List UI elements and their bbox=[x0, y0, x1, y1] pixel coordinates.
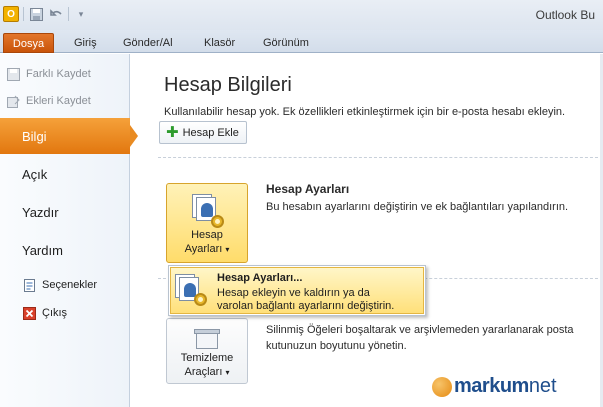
markum-watermark-logo: markum net bbox=[432, 375, 557, 398]
tab-send-receive[interactable]: Gönder/Al bbox=[123, 33, 173, 53]
watermark-brand: markum bbox=[454, 375, 529, 397]
account-settings-icon bbox=[190, 194, 224, 228]
exit-command[interactable]: Çıkış bbox=[22, 303, 67, 323]
page-title: Hesap Bilgileri bbox=[164, 74, 292, 96]
save-as-label: Farklı Kaydet bbox=[26, 68, 91, 80]
exit-label: Çıkış bbox=[42, 307, 68, 319]
active-indicator bbox=[130, 125, 138, 147]
undo-icon[interactable] bbox=[48, 6, 64, 22]
title-bar: O ▾ Outlook Bu bbox=[0, 0, 603, 30]
qat-separator bbox=[23, 7, 24, 21]
save-as-command[interactable]: Farklı Kaydet bbox=[6, 64, 91, 84]
outlook-app-icon[interactable]: O bbox=[3, 6, 19, 22]
quick-access-toolbar: O ▾ bbox=[3, 6, 89, 22]
tab-home[interactable]: Giriş bbox=[74, 33, 97, 53]
nav-item-label: Bilgi bbox=[22, 128, 47, 144]
ribbon-tab-bar: Dosya Giriş Gönder/Al Klasör Görünüm bbox=[0, 30, 603, 53]
nav-item-label: Yardım bbox=[22, 242, 63, 258]
nav-item-label: Yazdır bbox=[22, 204, 59, 220]
save-attachments-label: Ekleri Kaydet bbox=[26, 95, 91, 107]
cleanup-tools-button[interactable]: Temizleme Araçları ▾ bbox=[166, 318, 248, 384]
save-as-icon bbox=[6, 67, 20, 81]
menu-item-description: Hesap ekleyin ve kaldırın ya da varolan … bbox=[217, 287, 395, 312]
backstage-nav: Farklı Kaydet Ekleri Kaydet Bilgi Açık Y… bbox=[0, 54, 138, 407]
attachment-icon bbox=[6, 94, 20, 108]
save-attachments-command[interactable]: Ekleri Kaydet bbox=[6, 91, 91, 111]
account-settings-description: Bu hesabın ayarlarını değiştirin ve ek b… bbox=[266, 201, 569, 213]
tab-file[interactable]: Dosya bbox=[3, 33, 54, 53]
account-settings-icon bbox=[175, 274, 207, 306]
add-account-button[interactable]: ✚ Hesap Ekle bbox=[159, 121, 247, 144]
nav-item-info[interactable]: Bilgi bbox=[0, 118, 138, 154]
plus-icon: ✚ bbox=[166, 124, 179, 141]
cleanup-description-2: kutunuzun boyutunu yönetin. bbox=[266, 340, 407, 352]
account-settings-heading: Hesap Ayarları bbox=[266, 182, 350, 196]
nav-item-open[interactable]: Açık bbox=[0, 156, 130, 192]
customize-qat-icon[interactable]: ▾ bbox=[73, 6, 89, 22]
options-label: Seçenekler bbox=[42, 279, 98, 291]
nav-item-print[interactable]: Yazdır bbox=[0, 194, 130, 230]
nav-item-label: Açık bbox=[22, 166, 48, 182]
cleanup-description-1: Silinmiş Öğeleri boşaltarak ve arşivleme… bbox=[266, 324, 574, 336]
cleanup-label-1: Temizleme bbox=[180, 352, 234, 364]
account-settings-label-2: Ayarları ▾ bbox=[184, 243, 230, 255]
chevron-down-icon: ▾ bbox=[225, 245, 230, 254]
account-settings-button[interactable]: Hesap Ayarları ▾ bbox=[166, 183, 248, 263]
nav-item-help[interactable]: Yardım bbox=[0, 232, 130, 268]
watermark-tld: net bbox=[528, 375, 557, 397]
chevron-down-icon: ▾ bbox=[225, 368, 230, 377]
add-account-label: Hesap Ekle bbox=[182, 126, 239, 139]
window-title: Outlook Bu bbox=[535, 8, 595, 22]
section-divider bbox=[158, 157, 603, 158]
page-subtitle: Kullanılabilir hesap yok. Ek özellikleri… bbox=[164, 106, 566, 118]
account-settings-label-1: Hesap bbox=[191, 229, 223, 241]
globe-icon bbox=[432, 376, 452, 397]
mailbox-cleanup-icon bbox=[192, 329, 222, 351]
tab-folder[interactable]: Klasör bbox=[204, 33, 235, 53]
save-icon[interactable] bbox=[28, 6, 44, 22]
menu-item-title: Hesap Ayarları... bbox=[217, 272, 303, 284]
cleanup-label-2: Araçları ▾ bbox=[184, 366, 230, 378]
options-icon bbox=[22, 278, 36, 292]
exit-icon bbox=[22, 306, 36, 320]
options-command[interactable]: Seçenekler bbox=[22, 275, 97, 295]
tab-view[interactable]: Görünüm bbox=[263, 33, 309, 53]
qat-separator bbox=[68, 7, 69, 21]
account-settings-dropdown: Hesap Ayarları... Hesap ekleyin ve kaldı… bbox=[168, 265, 426, 316]
account-settings-menu-item[interactable]: Hesap Ayarları... Hesap ekleyin ve kaldı… bbox=[170, 267, 424, 314]
